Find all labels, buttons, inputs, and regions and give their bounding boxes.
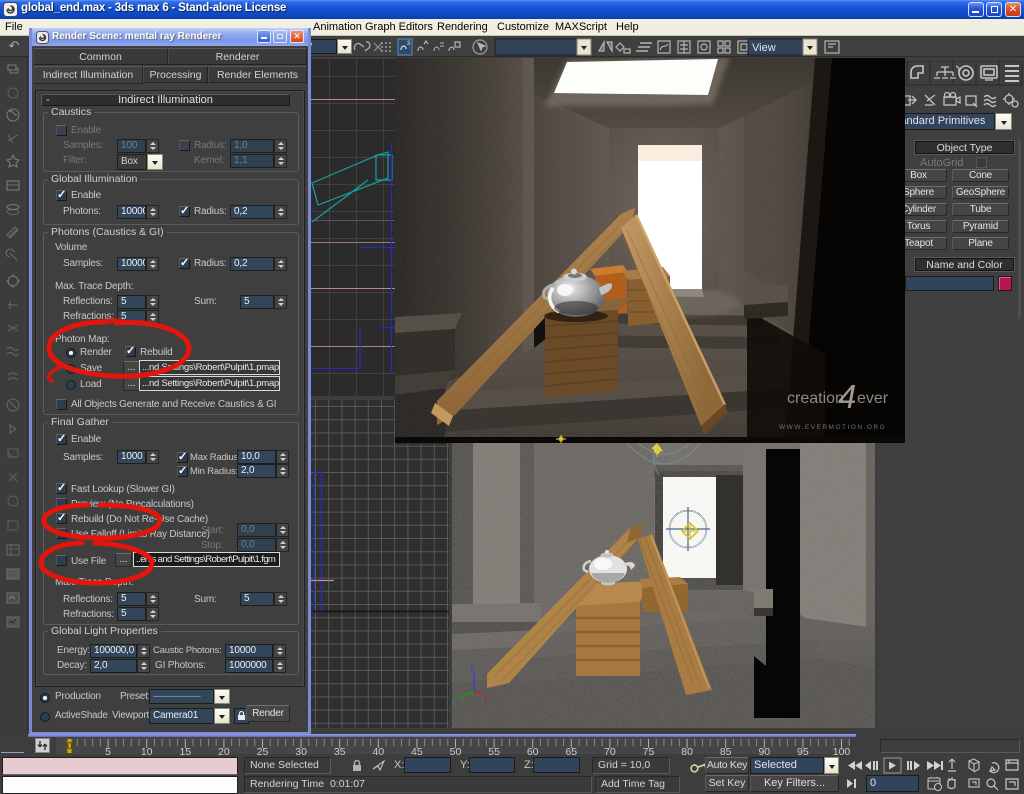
svg-text:30: 30 bbox=[295, 746, 307, 756]
svg-text:ever: ever bbox=[857, 390, 889, 407]
svg-text:65: 65 bbox=[565, 746, 577, 756]
svg-text:85: 85 bbox=[720, 746, 732, 756]
svg-text:5: 5 bbox=[105, 746, 111, 756]
svg-text:55: 55 bbox=[488, 746, 500, 756]
svg-text:20: 20 bbox=[218, 746, 230, 756]
svg-text:15: 15 bbox=[179, 746, 191, 756]
svg-text:70: 70 bbox=[604, 746, 616, 756]
svg-text:25: 25 bbox=[257, 746, 269, 756]
svg-text:creation: creation bbox=[787, 390, 844, 407]
svg-text:y: y bbox=[452, 694, 456, 703]
svg-text:50: 50 bbox=[450, 746, 462, 756]
svg-text:WWW.EVERMOTION.ORG: WWW.EVERMOTION.ORG bbox=[779, 424, 886, 431]
svg-text:View: View bbox=[752, 42, 776, 54]
svg-text:z: z bbox=[470, 664, 474, 673]
svg-text:40: 40 bbox=[372, 746, 384, 756]
svg-text:95: 95 bbox=[797, 746, 809, 756]
svg-text:x: x bbox=[484, 694, 488, 703]
svg-text:80: 80 bbox=[681, 746, 693, 756]
svg-text:90: 90 bbox=[758, 746, 770, 756]
svg-text:4: 4 bbox=[838, 378, 856, 415]
svg-text:100: 100 bbox=[833, 746, 851, 756]
svg-text:10: 10 bbox=[141, 746, 153, 756]
svg-text:35: 35 bbox=[334, 746, 346, 756]
svg-text:60: 60 bbox=[527, 746, 539, 756]
svg-text:45: 45 bbox=[411, 746, 423, 756]
svg-text:75: 75 bbox=[643, 746, 655, 756]
